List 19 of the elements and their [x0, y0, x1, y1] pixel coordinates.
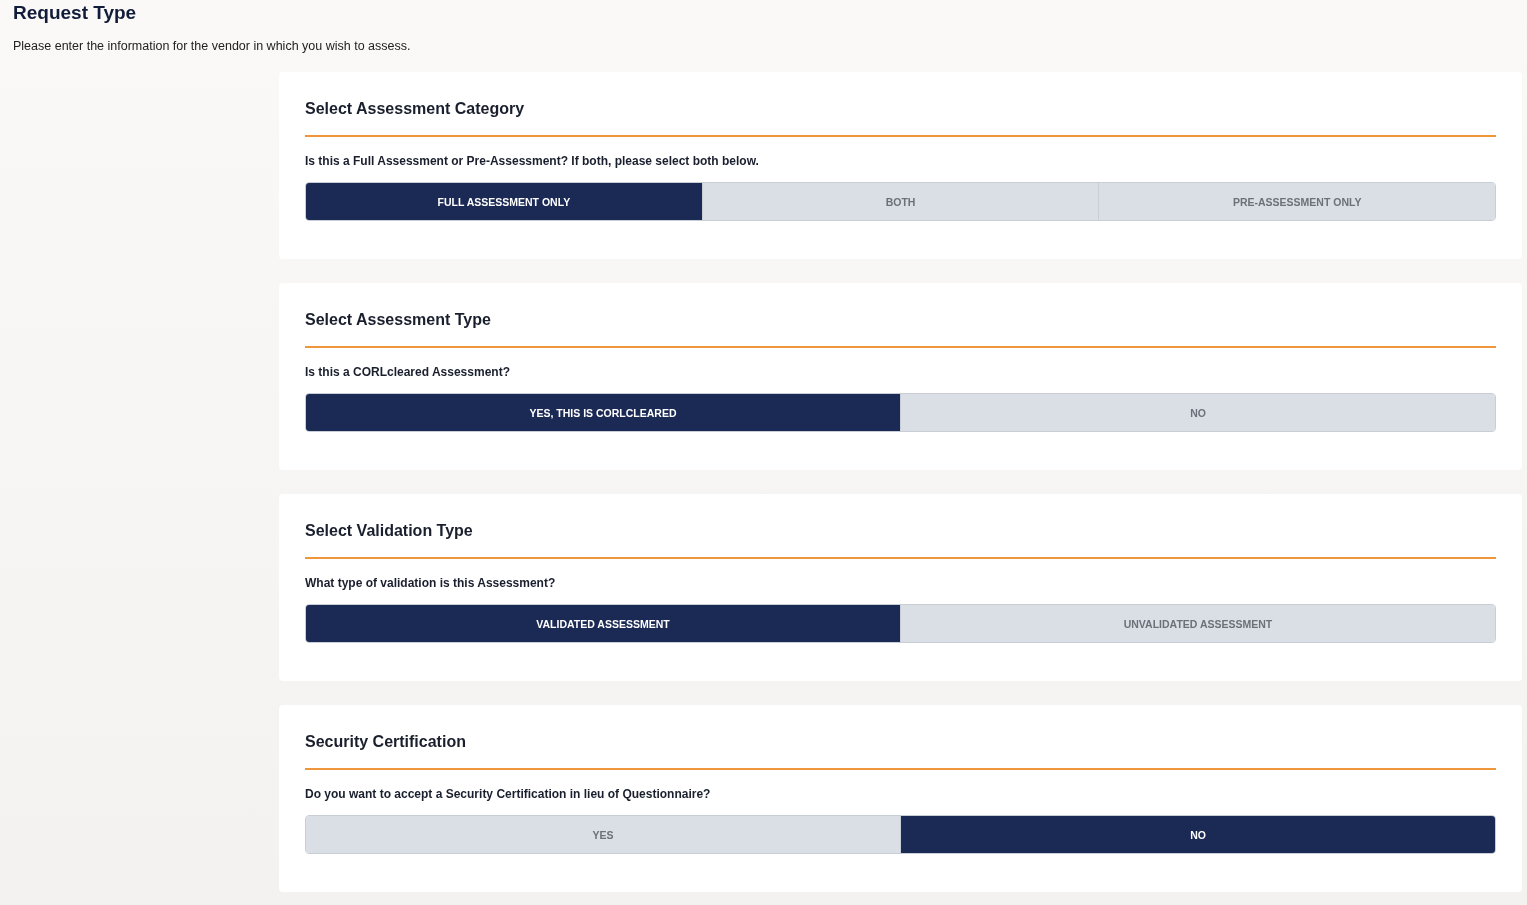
option-button[interactable]: PRE-ASSESSMENT ONLY: [1098, 183, 1495, 220]
page-subtitle: Please enter the information for the vendor in which you wish to assess.: [13, 38, 412, 54]
option-button[interactable]: BOTH: [701, 183, 1099, 220]
option-button[interactable]: NO: [900, 816, 1495, 853]
section-heading: Select Assessment Type: [305, 310, 492, 330]
section-heading: Select Validation Type: [305, 521, 474, 541]
question-text: Is this a Full Assessment or Pre-Assessment? If both, please select both below.: [305, 153, 760, 169]
question-text: Do you want to accept a Security Certification in lieu of Questionnaire?: [305, 786, 712, 802]
question-text: What type of validation is this Assessment?: [305, 575, 557, 591]
section-heading: Security Certification: [305, 732, 467, 752]
option-button[interactable]: NO: [900, 394, 1495, 431]
option-button[interactable]: YES, THIS IS CORLCLEARED: [306, 394, 900, 431]
question-text: Is this a CORLcleared Assessment?: [305, 364, 511, 380]
option-button[interactable]: VALIDATED ASSESSMENT: [306, 605, 900, 642]
option-button[interactable]: UNVALIDATED ASSESSMENT: [900, 605, 1495, 642]
option-button[interactable]: YES: [306, 816, 900, 853]
page-title: Request Type: [13, 1, 138, 24]
section-heading: Select Assessment Category: [305, 99, 526, 119]
option-button[interactable]: FULL ASSESSMENT ONLY: [306, 183, 702, 220]
